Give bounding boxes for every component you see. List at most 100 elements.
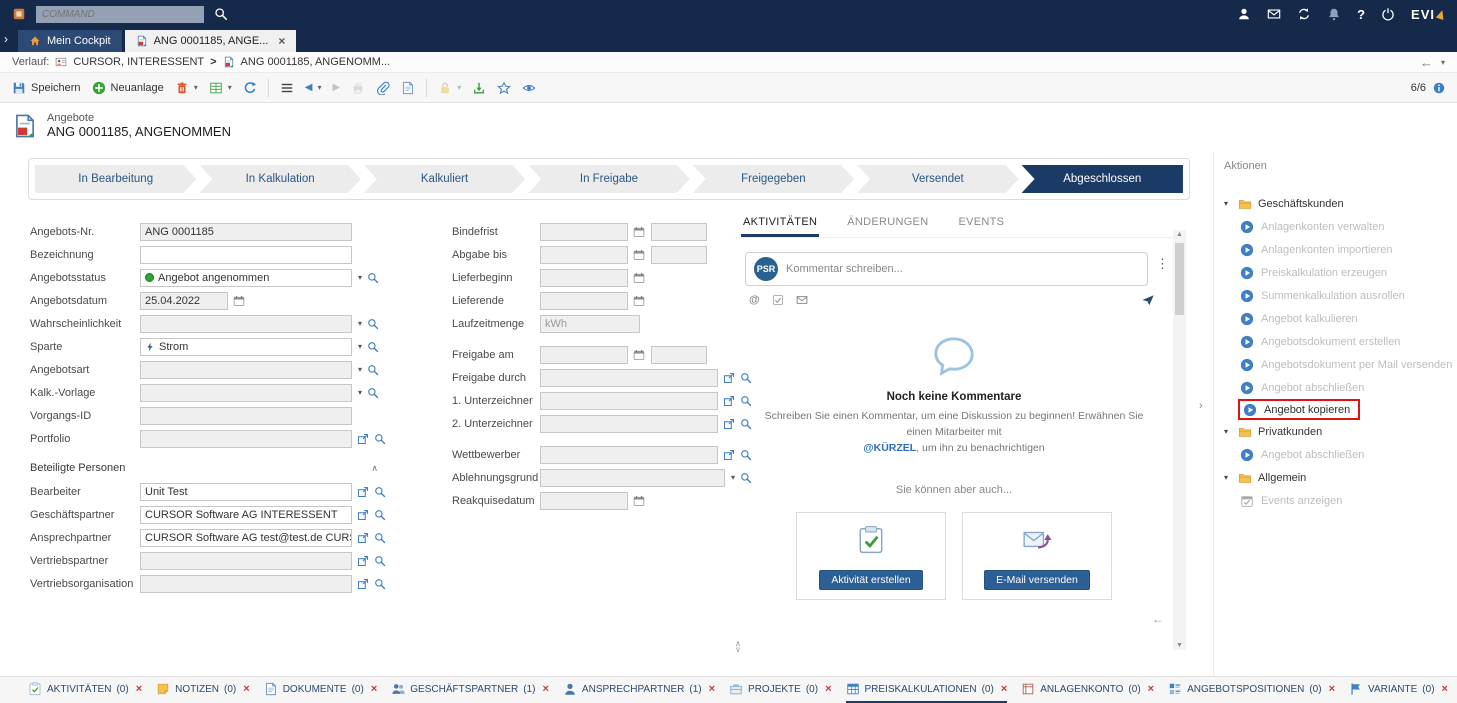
info-icon[interactable] <box>1433 82 1445 94</box>
task-check-icon[interactable] <box>772 294 784 306</box>
lieferbeginn-field[interactable] <box>540 269 628 287</box>
power-icon[interactable] <box>1381 7 1395 21</box>
collapse-icon[interactable]: ∧ <box>371 463 378 474</box>
search-icon[interactable] <box>367 272 379 284</box>
dropdown-icon[interactable]: ▾ <box>358 273 362 282</box>
bezeichnung-field[interactable] <box>140 246 352 264</box>
open-record-icon[interactable] <box>357 509 369 521</box>
close-icon[interactable]: × <box>542 683 548 695</box>
breadcrumb-item[interactable]: ANG 0001185, ANGENOMM... <box>241 56 391 68</box>
process-step[interactable]: Freigegeben <box>693 165 854 193</box>
tab-aktivitaeten[interactable]: AKTIVITÄTEN <box>741 212 819 237</box>
process-step[interactable]: Kalkuliert <box>364 165 525 193</box>
action-group-geschaeftskunden[interactable]: ▾ Geschäftskunden <box>1224 192 1453 215</box>
help-icon[interactable]: ? <box>1357 7 1365 22</box>
bottom-tab-notizen[interactable]: NOTIZEN(0)× <box>156 677 250 703</box>
ablehnungsgrund-field[interactable] <box>540 469 725 487</box>
laufzeitmenge-field[interactable]: kWh <box>540 315 640 333</box>
tab-close-icon[interactable]: × <box>278 34 285 48</box>
close-icon[interactable]: × <box>136 683 142 695</box>
abgabe-bis-time-field[interactable] <box>651 246 707 264</box>
dropdown-icon[interactable]: ▾ <box>358 319 362 328</box>
reakquisedatum-field[interactable] <box>540 492 628 510</box>
kalkvorlage-field[interactable] <box>140 384 352 402</box>
bottom-tab-preiskalkulationen[interactable]: PREISKALKULATIONEN(0)× <box>846 677 1008 703</box>
bottom-tab-projekte[interactable]: PROJEKTE(0)× <box>729 677 831 703</box>
bottom-tab-angebotspositionen[interactable]: ANGEBOTSPOSITIONEN(0)× <box>1168 677 1335 703</box>
bottom-tab-anlagenkonto[interactable]: ANLAGENKONTO(0)× <box>1021 677 1154 703</box>
vertriebsorganisation-field[interactable] <box>140 575 352 593</box>
list-menu-icon[interactable] <box>280 81 294 95</box>
create-activity-button[interactable]: Aktivität erstellen <box>819 570 922 590</box>
tab-overflow-icon[interactable]: › <box>4 32 8 46</box>
comment-menu-icon[interactable]: ⋮ <box>1156 252 1169 272</box>
open-record-icon[interactable] <box>357 578 369 590</box>
unterzeichner1-field[interactable] <box>540 392 718 410</box>
refresh-icon[interactable] <box>243 81 257 95</box>
freigabe-am-field[interactable] <box>540 346 628 364</box>
calendar-icon[interactable] <box>633 272 645 284</box>
tab-aenderungen[interactable]: ÄNDERUNGEN <box>845 212 930 237</box>
process-step[interactable]: In Bearbeitung <box>35 165 196 193</box>
sync-icon[interactable] <box>1297 7 1311 21</box>
search-icon[interactable] <box>374 578 386 590</box>
search-icon[interactable] <box>374 555 386 567</box>
expander-icon[interactable]: ▾ <box>1224 199 1232 208</box>
nav-previous-button[interactable]: ◀ ▾ <box>305 82 322 93</box>
command-input[interactable] <box>36 6 204 23</box>
dropdown-icon[interactable]: ▾ <box>358 388 362 397</box>
process-step[interactable]: In Kalkulation <box>199 165 360 193</box>
actions-panel-collapse-icon[interactable]: › <box>1199 400 1203 412</box>
process-step[interactable]: Versendet <box>857 165 1018 193</box>
tab-mein-cockpit[interactable]: Mein Cockpit <box>18 30 122 52</box>
close-icon[interactable]: × <box>825 683 831 695</box>
open-record-icon[interactable] <box>357 532 369 544</box>
sparte-field[interactable]: Strom <box>140 338 352 356</box>
dropdown-icon[interactable]: ▾ <box>358 342 362 351</box>
angebotsstatus-field[interactable]: Angebot angenommen <box>140 269 352 287</box>
ansprechpartner-field[interactable]: CURSOR Software AG test@test.de CURS... <box>140 529 352 547</box>
open-record-icon[interactable] <box>357 486 369 498</box>
calendar-icon[interactable] <box>633 249 645 261</box>
new-record-button[interactable]: Neuanlage <box>92 81 164 95</box>
nav-dropdown-icon[interactable]: ▾ <box>318 83 322 92</box>
wahrscheinlichkeit-field[interactable] <box>140 315 352 333</box>
close-icon[interactable]: × <box>1329 683 1335 695</box>
tab-angebot[interactable]: ANG 0001185, ANGE... × <box>125 30 297 52</box>
vorgangsid-field[interactable] <box>140 407 352 425</box>
calendar-icon[interactable] <box>633 495 645 507</box>
comment-input[interactable] <box>786 263 1139 275</box>
close-icon[interactable]: × <box>243 683 249 695</box>
bottom-tab-geschaeftspartner[interactable]: GESCHÄFTSPARTNER(1)× <box>391 677 549 703</box>
export-button[interactable]: ▾ <box>209 81 232 95</box>
abgabe-bis-field[interactable] <box>540 246 628 264</box>
expander-icon[interactable]: ▾ <box>1224 427 1232 436</box>
history-dropdown-icon[interactable]: ▾ <box>1441 58 1445 67</box>
bottom-tab-ansprechpartner[interactable]: ANSPRECHPARTNER(1)× <box>563 677 715 703</box>
user-icon[interactable] <box>1237 7 1251 21</box>
action-group-allgemein[interactable]: ▾ Allgemein <box>1224 466 1453 489</box>
export-dropdown-icon[interactable]: ▾ <box>228 83 232 92</box>
calendar-icon[interactable] <box>233 295 245 307</box>
scrollbar-thumb[interactable] <box>1175 243 1184 315</box>
angebotsnr-field[interactable]: ANG 0001185 <box>140 223 352 241</box>
close-icon[interactable]: × <box>1148 683 1154 695</box>
search-icon[interactable] <box>374 532 386 544</box>
tab-events[interactable]: EVENTS <box>956 212 1006 237</box>
save-button[interactable]: Speichern <box>12 81 81 95</box>
close-icon[interactable]: × <box>1001 683 1007 695</box>
bottom-tab-aktivitaeten[interactable]: AKTIVITÄTEN(0)× <box>28 677 142 703</box>
angebotsart-field[interactable] <box>140 361 352 379</box>
checkin-icon[interactable] <box>472 81 486 95</box>
calendar-icon[interactable] <box>633 349 645 361</box>
search-icon[interactable] <box>214 7 228 21</box>
scroll-down-icon[interactable]: ▼ <box>1173 642 1186 649</box>
process-step[interactable]: In Freigabe <box>528 165 689 193</box>
activity-scrollbar[interactable]: ▲ ▼ <box>1173 230 1186 650</box>
mail-icon[interactable] <box>796 294 808 306</box>
search-icon[interactable] <box>367 387 379 399</box>
vertriebspartner-field[interactable] <box>140 552 352 570</box>
freigabe-am-time-field[interactable] <box>651 346 707 364</box>
search-icon[interactable] <box>367 341 379 353</box>
unterzeichner2-field[interactable] <box>540 415 718 433</box>
